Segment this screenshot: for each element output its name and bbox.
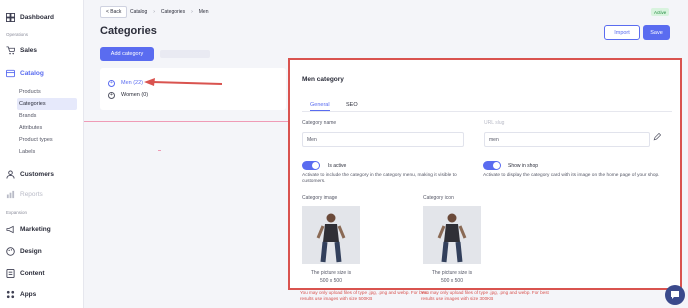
catalog-icon xyxy=(6,69,15,78)
show-in-shop-toggle[interactable] xyxy=(483,161,501,170)
save-button[interactable]: Save xyxy=(643,25,670,40)
divider-line xyxy=(84,121,294,122)
show-in-shop-description: Activate to display the category card wi… xyxy=(483,173,660,178)
sidebar-item-label: Marketing xyxy=(20,225,51,233)
person-photo-icon xyxy=(423,206,481,264)
apps-icon xyxy=(6,290,15,299)
picture-size-line1: The picture size is xyxy=(310,270,352,276)
sidebar-item-label: Sales xyxy=(20,46,37,54)
chat-button[interactable] xyxy=(665,285,685,305)
tree-item-women[interactable]: + Women (0) xyxy=(108,90,148,100)
sidebar-subitem-products[interactable]: Products xyxy=(17,86,77,98)
sidebar-item-apps[interactable]: Apps xyxy=(6,287,79,301)
back-button[interactable]: < Back xyxy=(100,6,128,18)
picture-size-line2: 500 x 500 xyxy=(441,278,463,284)
category-edit-panel: Men category General SEO Category name M… xyxy=(288,58,682,290)
status-badge: Active xyxy=(651,8,670,16)
image-upload-warning: You may only upload files of type .jpg, … xyxy=(300,290,428,301)
sidebar-subitem-labels[interactable]: Labels xyxy=(17,146,77,158)
reports-icon xyxy=(6,190,15,199)
sidebar-section-expansion: Expansion xyxy=(6,210,28,215)
sidebar-subitem-categories[interactable]: Categories xyxy=(17,98,77,110)
sidebar-item-design[interactable]: Design xyxy=(6,244,79,258)
sidebar-item-label: Apps xyxy=(20,290,37,298)
divider-mark xyxy=(158,150,161,151)
breadcrumb: Catalog › Categories › Men xyxy=(130,6,209,18)
person-photo-icon xyxy=(302,206,360,264)
dashboard-icon xyxy=(6,12,15,22)
picture-size-note: The picture size is 500 x 500 xyxy=(423,269,481,285)
add-category-button[interactable]: Add category xyxy=(100,47,154,61)
tree-item-label: Men (22) xyxy=(121,80,144,86)
arrow-annotation-icon xyxy=(144,78,223,86)
sidebar-item-dashboard[interactable]: Dashboard xyxy=(6,10,79,24)
icon-upload-warning: You may only upload files of type .jpg, … xyxy=(421,290,549,301)
picture-size-note: The picture size is 500 x 500 xyxy=(302,269,360,285)
sidebar-item-marketing[interactable]: Marketing xyxy=(6,222,79,236)
panel-title: Men category xyxy=(302,76,344,83)
palette-icon xyxy=(6,246,15,256)
picture-size-line2: 500 x 500 xyxy=(320,278,342,284)
sidebar-item-sales[interactable]: Sales xyxy=(6,43,79,57)
breadcrumb-separator: › xyxy=(153,9,155,15)
sidebar-item-label: Dashboard xyxy=(20,13,54,21)
tree-item-label: Women (0) xyxy=(121,92,149,98)
sidebar-item-customers[interactable]: Customers xyxy=(6,167,79,181)
sidebar-item-label: Content xyxy=(20,269,45,277)
ghost-placeholder xyxy=(160,50,210,58)
sidebar: Dashboard Operations Sales Catalog Produ… xyxy=(0,0,84,308)
is-active-description: Activate to include the category in the … xyxy=(302,173,457,184)
sidebar-item-label: Customers xyxy=(20,170,54,178)
category-image[interactable] xyxy=(302,206,360,264)
picture-size-line1: The picture size is xyxy=(431,270,473,276)
sidebar-item-label: Design xyxy=(20,247,42,255)
user-icon xyxy=(6,169,15,179)
breadcrumb-item-categories[interactable]: Categories xyxy=(161,9,185,15)
sidebar-item-label: Reports xyxy=(20,190,43,198)
breadcrumb-separator: › xyxy=(191,9,193,15)
sidebar-item-catalog[interactable]: Catalog xyxy=(6,66,79,80)
cart-icon xyxy=(6,45,15,55)
expand-icon[interactable]: + xyxy=(108,79,115,87)
category-icon-label: Category icon xyxy=(423,195,454,201)
import-button[interactable]: Import xyxy=(604,25,640,40)
content-icon xyxy=(6,268,15,278)
category-name-label: Category name xyxy=(302,120,337,126)
sidebar-item-content[interactable]: Content xyxy=(6,266,79,280)
pencil-icon[interactable] xyxy=(653,133,661,141)
megaphone-icon xyxy=(6,225,15,234)
tree-item-men[interactable]: + Men (22) xyxy=(108,78,143,88)
sidebar-subitem-product-types[interactable]: Product types xyxy=(17,134,77,146)
sidebar-subitem-attributes[interactable]: Attributes xyxy=(17,122,77,134)
tab-seo[interactable]: SEO xyxy=(346,99,358,111)
url-slug-label: URL slug xyxy=(484,120,505,126)
show-in-shop-label: Show in shop xyxy=(508,163,539,169)
sidebar-item-reports[interactable]: Reports xyxy=(6,187,79,201)
category-tree: + Men (22) + Women (0) xyxy=(100,68,286,110)
category-icon-image[interactable] xyxy=(423,206,481,264)
tabs-divider xyxy=(302,111,672,112)
tab-general[interactable]: General xyxy=(310,99,330,111)
is-active-label: Is active xyxy=(328,163,347,169)
is-active-toggle[interactable] xyxy=(302,161,320,170)
page-title: Categories xyxy=(100,25,157,37)
breadcrumb-item-men: Men xyxy=(198,9,209,15)
sidebar-section-operations: Operations xyxy=(6,32,29,37)
expand-icon[interactable]: + xyxy=(108,91,115,99)
chat-icon xyxy=(671,291,679,299)
sidebar-item-label: Catalog xyxy=(20,69,44,77)
sidebar-subitem-brands[interactable]: Brands xyxy=(17,110,77,122)
category-image-label: Category image xyxy=(302,195,338,201)
breadcrumb-item-catalog[interactable]: Catalog xyxy=(130,9,147,15)
category-name-field[interactable]: Men xyxy=(302,132,464,147)
url-slug-field[interactable]: men xyxy=(484,132,650,147)
